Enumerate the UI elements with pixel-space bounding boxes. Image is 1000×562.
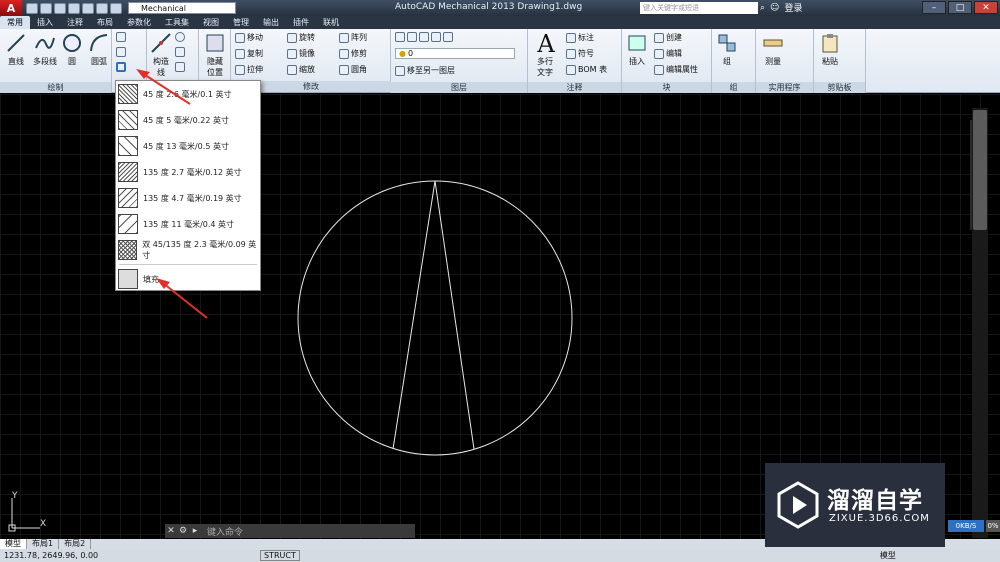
coordinates-readout[interactable]: 1231.78, 2649.96, 0.00 xyxy=(0,551,110,560)
layout-tab-1[interactable]: 布局1 xyxy=(27,539,60,549)
close-command-icon[interactable]: ✕ xyxy=(165,526,177,536)
play-logo-icon xyxy=(777,481,819,529)
layout-tab-2[interactable]: 布局2 xyxy=(59,539,92,549)
cpu-usage-badge: 0% xyxy=(986,520,1000,532)
red-arrow-1 xyxy=(141,72,191,105)
watermark-title: 溜溜自学 xyxy=(827,488,923,514)
command-line: ✕ ⚙ ▸ 键入命令 xyxy=(165,524,415,538)
network-speed-badge: 0KB/S xyxy=(948,520,984,532)
command-history-icon[interactable]: ▸ xyxy=(189,526,201,536)
command-input[interactable]: 键入命令 xyxy=(207,525,243,538)
layout-tab-0[interactable]: 模型 xyxy=(0,539,27,549)
red-arrow-2 xyxy=(162,282,208,319)
model-space-toggle[interactable]: 模型 xyxy=(880,550,896,561)
status-bar: 1231.78, 2649.96, 0.00 STRUCT 模型 xyxy=(0,549,1000,562)
wrench-icon[interactable]: ⚙ xyxy=(177,526,189,536)
watermark: 溜溜自学 ZIXUE.3D66.COM xyxy=(765,463,945,547)
watermark-url: ZIXUE.3D66.COM xyxy=(829,513,930,524)
struct-mode[interactable]: STRUCT xyxy=(260,550,300,561)
